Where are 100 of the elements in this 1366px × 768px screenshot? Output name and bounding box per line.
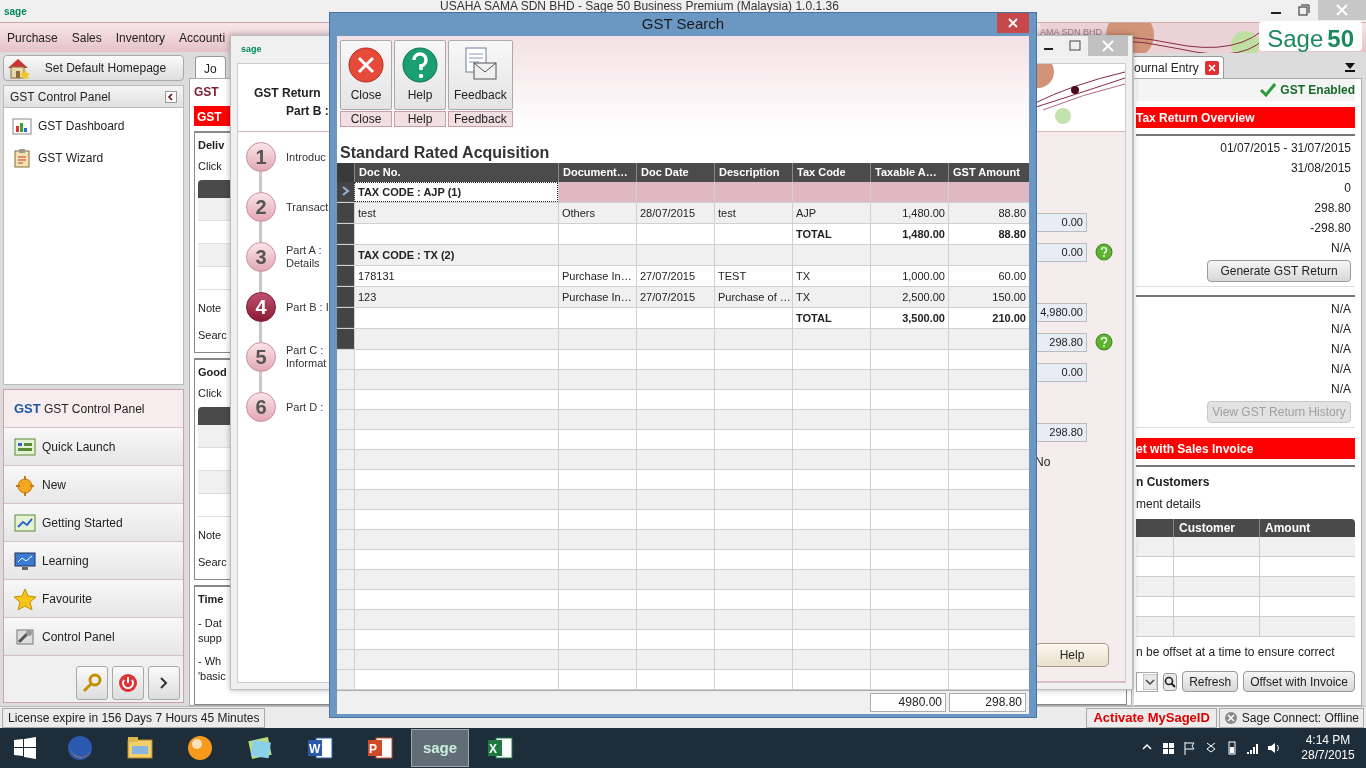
banner-text: AMA SDN BHD — [1040, 26, 1102, 39]
nav-item[interactable]: New — [4, 466, 183, 504]
search-button[interactable] — [1163, 672, 1178, 691]
collapse-icon[interactable] — [165, 90, 177, 103]
dropbox-icon[interactable] — [1204, 741, 1217, 755]
overview-value: 31/08/2015 — [1290, 160, 1351, 177]
dropdown-icon[interactable] — [1344, 61, 1356, 73]
close-icon[interactable] — [1204, 60, 1219, 75]
nav-label: Learning — [42, 552, 89, 570]
column-header[interactable]: Document… — [558, 162, 636, 182]
sun-icon — [14, 473, 36, 496]
history-value: N/A — [1331, 361, 1351, 378]
table-cell: Others — [558, 202, 636, 223]
menu-item[interactable]: Sales — [64, 28, 109, 47]
menu-item[interactable]: Inventory — [108, 28, 173, 47]
power-button[interactable] — [112, 666, 144, 700]
nav-item[interactable]: GST GST Control Panel — [4, 390, 183, 428]
app-letter: X — [489, 741, 497, 758]
nav-item[interactable]: Getting Started — [4, 504, 183, 542]
battery-icon[interactable] — [1225, 741, 1238, 755]
help-icon[interactable] — [1095, 243, 1113, 261]
group-label: TAX CODE : TX (2) — [354, 244, 558, 265]
section-title: Time — [198, 592, 224, 607]
house-icon — [6, 57, 30, 79]
chevron-icon — [341, 186, 350, 196]
tool-button[interactable]: Feedback — [448, 39, 513, 110]
column-header[interactable]: Tax Code — [792, 162, 870, 182]
dropdown-field[interactable] — [1136, 671, 1159, 692]
app-letter: sage — [422, 737, 458, 758]
total-cell: 210.00 — [948, 307, 1029, 328]
help-icon[interactable] — [1095, 333, 1113, 351]
table-cell: TX — [792, 286, 870, 307]
windows-icon[interactable] — [1162, 741, 1175, 755]
item-label: GST Wizard — [38, 150, 104, 167]
speaker-icon[interactable] — [1267, 741, 1280, 755]
group-label: Help — [394, 110, 446, 127]
key-icon — [82, 673, 102, 693]
overview-value: 298.80 — [1314, 200, 1351, 217]
signal-icon[interactable] — [1246, 741, 1259, 755]
column-header[interactable]: GST Amount — [948, 162, 1029, 182]
generate-button[interactable]: Generate GST Return — [1207, 260, 1351, 282]
overview-value: 0 — [1344, 180, 1351, 197]
action-button[interactable]: Offset with Invoice — [1243, 671, 1355, 692]
key-button[interactable] — [76, 666, 108, 700]
table-cell: test — [354, 202, 558, 223]
table-cell: 150.00 — [948, 286, 1029, 307]
total-cell: 3,500.00 — [870, 307, 948, 328]
taskbar-app[interactable]: W — [291, 729, 349, 767]
section-text: Click — [198, 385, 222, 401]
overview-value: N/A — [1331, 240, 1351, 257]
tab[interactable]: Jo — [195, 56, 226, 78]
taskbar-app[interactable]: X — [471, 729, 529, 767]
table-cell: 123 — [354, 286, 558, 307]
step-label: Introduc — [286, 150, 326, 164]
tool-button[interactable]: Help — [394, 39, 446, 110]
activate-link[interactable]: Activate MySageID — [1086, 707, 1217, 728]
history-value: N/A — [1331, 301, 1351, 318]
tab[interactable]: ournal Entry — [1134, 56, 1224, 78]
tool-button[interactable]: Close — [340, 39, 392, 110]
page-title: GST — [194, 84, 219, 101]
table-cell: 1,480.00 — [870, 202, 948, 223]
overview-value: -298.80 — [1310, 220, 1351, 237]
column-header[interactable]: Doc No. — [354, 162, 558, 182]
photos-icon — [246, 734, 274, 762]
summary-cell: 4980.00 — [870, 692, 946, 712]
home-button[interactable]: Set Default Homepage — [3, 55, 184, 81]
chevron-button[interactable] — [148, 666, 180, 700]
flag-icon[interactable] — [1183, 741, 1196, 755]
section-title: Deliv — [198, 138, 225, 153]
app-logo: sage — [4, 4, 27, 19]
taskbar-app[interactable]: sage — [411, 729, 469, 767]
menu-item[interactable]: Purchase — [0, 28, 65, 47]
nav-label: Getting Started — [42, 514, 123, 532]
close-button[interactable] — [997, 13, 1029, 33]
total-label: TOTAL — [792, 307, 870, 328]
amount-field: 0.00 — [1035, 362, 1087, 382]
section-text: Searc — [198, 327, 227, 343]
windows-icon — [14, 737, 36, 759]
nav-item[interactable]: Favourite — [4, 580, 183, 618]
nav-item[interactable]: Control Panel — [4, 618, 183, 656]
history-value: N/A — [1331, 341, 1351, 358]
status-badge: GST Enabled — [1136, 79, 1355, 101]
action-button[interactable]: Refresh — [1182, 671, 1239, 692]
table-cell: 27/07/2015 — [636, 286, 714, 307]
search-icon — [1164, 675, 1177, 688]
clock[interactable]: 4:14 PM 28/7/2015 — [1296, 733, 1360, 763]
summary-cell: 298.80 — [949, 692, 1026, 712]
taskbar-app[interactable]: P — [351, 729, 409, 767]
column-header[interactable]: Doc Date — [636, 162, 714, 182]
power-icon — [118, 673, 138, 693]
column-header[interactable]: Taxable A… — [870, 162, 948, 182]
table-cell: TX — [792, 265, 870, 286]
nav-item[interactable]: Learning — [4, 542, 183, 580]
help-button[interactable]: Help — [1035, 643, 1109, 667]
chart-icon — [12, 116, 32, 136]
menu-item[interactable]: Accounti — [172, 28, 233, 47]
app-letter: P — [369, 741, 377, 758]
group-label: Close — [340, 110, 392, 127]
column-header[interactable]: Description — [714, 162, 792, 182]
nav-item[interactable]: Quick Launch — [4, 428, 183, 466]
